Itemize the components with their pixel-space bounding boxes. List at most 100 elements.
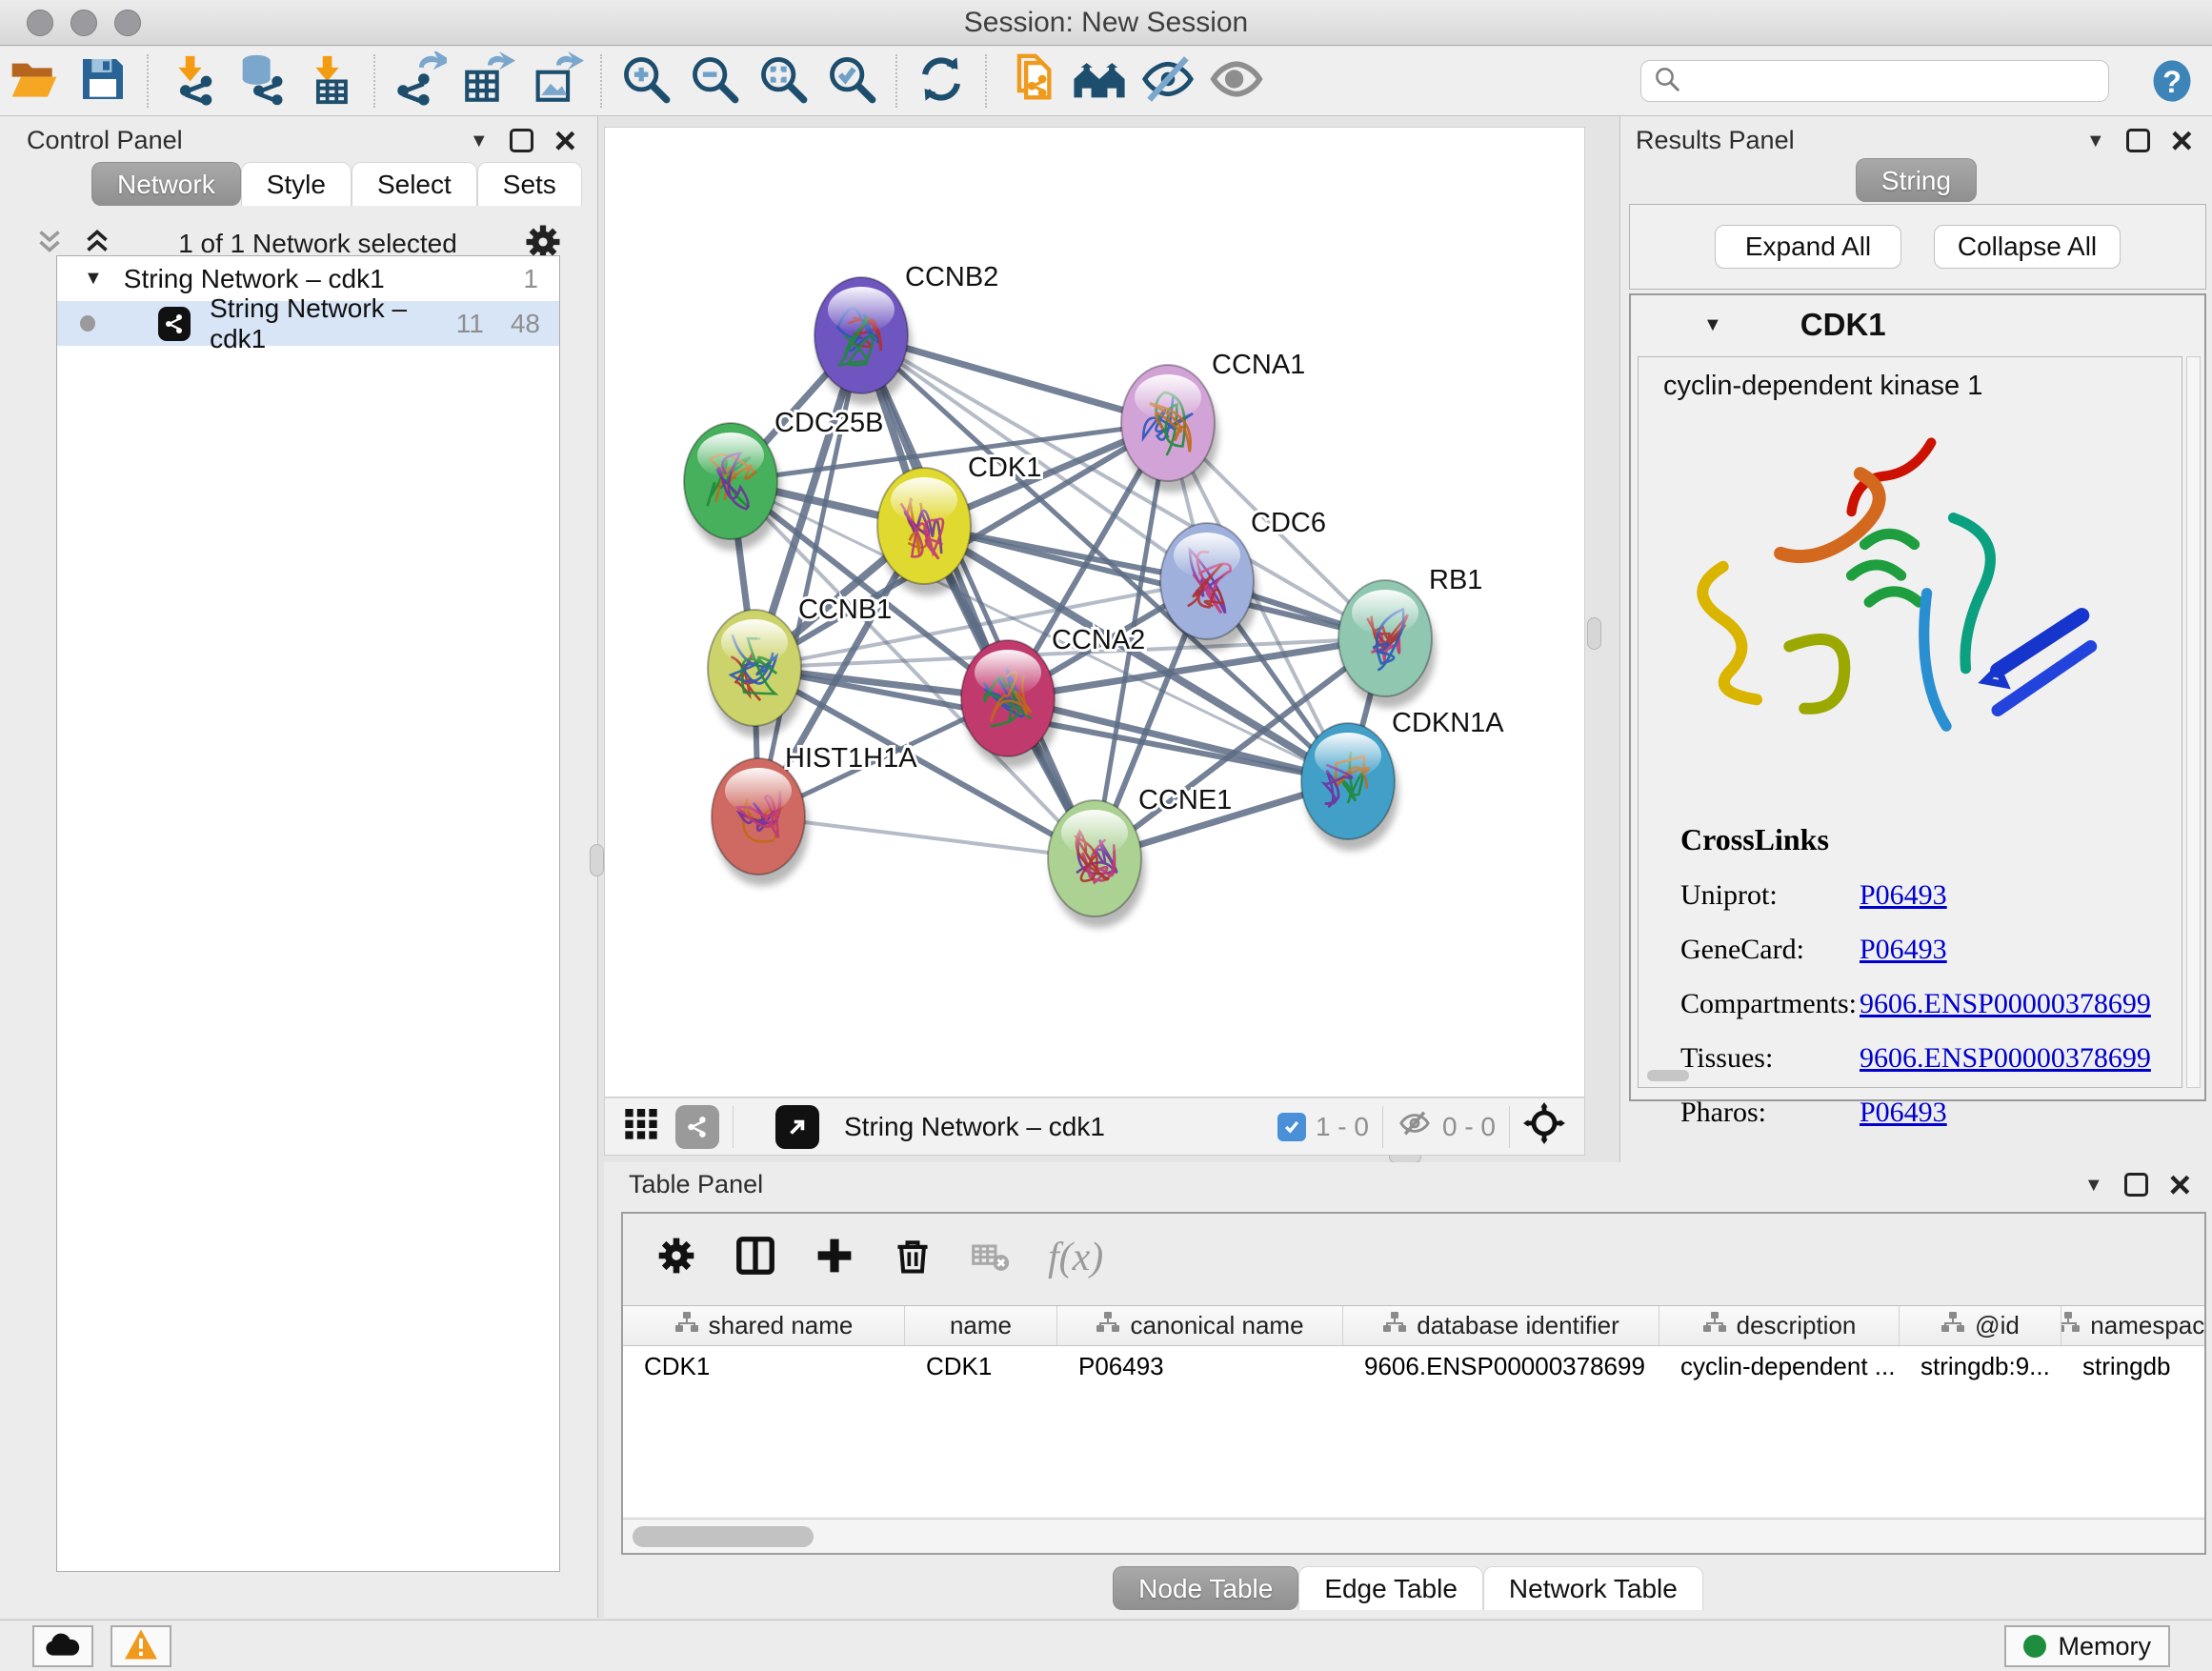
warning-status-button[interactable] — [111, 1625, 171, 1667]
results-vscroll-track[interactable] — [2186, 356, 2201, 1088]
expand-all-button[interactable]: Expand All — [1715, 225, 1901, 269]
right-splitter-handle[interactable] — [1587, 617, 1601, 650]
selected-checkbox-icon[interactable] — [1277, 1113, 1306, 1141]
protein-section-header[interactable]: ▼ CDK1 — [1631, 295, 2204, 354]
node-ccna2[interactable]: CCNA2 — [961, 625, 1145, 768]
show-all-button[interactable] — [1202, 50, 1271, 111]
table-cell[interactable]: stringdb:9... — [1900, 1346, 2061, 1386]
import-network-button[interactable] — [158, 50, 227, 111]
delete-table-icon[interactable] — [970, 1237, 1012, 1279]
table-cell[interactable]: 9606.ENSP00000378699 — [1343, 1346, 1659, 1386]
edge-ccne1-hist1h1a[interactable] — [758, 816, 1095, 858]
tab-network[interactable]: Network — [91, 162, 241, 206]
column-header--id[interactable]: @id — [1900, 1306, 2061, 1345]
network-row-selected[interactable]: String Network – cdk1 11 48 — [57, 301, 559, 346]
panel-collapse-icon[interactable]: ▼ — [470, 131, 489, 151]
panel-close-icon[interactable]: × — [554, 128, 576, 154]
clone-network-button[interactable] — [996, 50, 1065, 111]
export-image-button[interactable] — [522, 50, 591, 111]
section-expander-icon[interactable]: ▼ — [1703, 314, 1722, 336]
zoom-fit-button[interactable] — [749, 50, 817, 111]
table-hscroll-thumb[interactable] — [633, 1526, 814, 1547]
grid-view-icon[interactable] — [622, 1104, 660, 1149]
panel-float-icon[interactable] — [2124, 1173, 2148, 1197]
tab-edge-table[interactable]: Edge Table — [1298, 1566, 1483, 1610]
save-session-icon — [76, 52, 130, 111]
table-cell[interactable]: CDK1 — [905, 1346, 1057, 1386]
node-label-cdk1: CDK1 — [968, 453, 1041, 483]
tree-expander-icon[interactable]: ▼ — [84, 268, 103, 290]
node-ccnb2[interactable]: CCNB2 — [814, 262, 998, 405]
function-builder-icon[interactable]: f(x) — [1048, 1235, 1103, 1280]
table-cell[interactable]: cyclin-dependent ... — [1659, 1346, 1900, 1386]
node-cdkn1a[interactable]: CDKN1A — [1301, 708, 1504, 851]
first-neighbors-button[interactable] — [1065, 50, 1134, 111]
panel-float-icon[interactable] — [510, 129, 533, 152]
panel-float-icon[interactable] — [2126, 129, 2150, 152]
column-header-shared-name[interactable]: shared name — [623, 1306, 905, 1345]
column-header-description[interactable]: description — [1659, 1306, 1900, 1345]
table-settings-gear-icon[interactable] — [655, 1235, 697, 1281]
column-header-canonical-name[interactable]: canonical name — [1057, 1306, 1343, 1345]
left-splitter-handle[interactable] — [590, 844, 604, 876]
node-ccna1[interactable]: CCNA1 — [1121, 350, 1305, 493]
crosslink-value-link[interactable]: P06493 — [1860, 934, 1947, 966]
column-header-name[interactable]: name — [905, 1306, 1057, 1345]
tab-string[interactable]: String — [1856, 158, 1977, 202]
tab-sets[interactable]: Sets — [477, 162, 582, 206]
results-hscroll-thumb[interactable] — [1647, 1070, 1689, 1081]
column-header-database-identifier[interactable]: database identifier — [1343, 1306, 1659, 1345]
node-hist1h1a[interactable]: HIST1H1A — [712, 743, 917, 886]
export-table-button[interactable] — [453, 50, 522, 111]
delete-column-trash-icon[interactable] — [892, 1235, 934, 1281]
table-cell[interactable]: P06493 — [1057, 1346, 1343, 1386]
edge-ccnb2-ccne1[interactable] — [861, 335, 1095, 858]
birds-eye-view-icon[interactable] — [1523, 1102, 1565, 1151]
crosslink-value-link[interactable]: P06493 — [1860, 1097, 1947, 1129]
collapse-all-button[interactable]: Collapse All — [1934, 225, 2121, 269]
zoom-selected-button[interactable] — [817, 50, 886, 111]
table-cell[interactable]: stringdb — [2061, 1346, 2204, 1386]
crosslink-value-link[interactable]: P06493 — [1860, 879, 1947, 912]
zoom-out-button[interactable] — [680, 50, 749, 111]
table-cell[interactable]: CDK1 — [623, 1346, 905, 1386]
tab-network-table[interactable]: Network Table — [1483, 1566, 1703, 1610]
string-network-graph[interactable]: CCNB2 CCNA1 CDC25B CDK1 CDC6RB1 CCNB1 CCNA2 CDK… — [605, 128, 1584, 1097]
node-rb1[interactable]: RB1 — [1338, 565, 1482, 708]
help-button[interactable]: ? — [2147, 56, 2197, 111]
crosslink-value-link[interactable]: 9606.ENSP00000378699 — [1860, 1042, 2151, 1075]
zoom-in-button[interactable] — [612, 50, 680, 111]
hidden-eye-icon[interactable] — [1397, 1107, 1433, 1146]
search-input[interactable] — [1691, 67, 2091, 96]
node-cdk1[interactable]: CDK1 — [877, 453, 1041, 595]
refresh-button[interactable] — [907, 50, 975, 111]
crosslink-value-link[interactable]: 9606.ENSP00000378699 — [1860, 988, 2151, 1020]
panel-close-icon[interactable]: × — [2171, 128, 2193, 154]
import-database-button[interactable] — [227, 50, 295, 111]
detach-view-button[interactable] — [775, 1105, 819, 1149]
column-header-namespace[interactable]: namespace — [2061, 1306, 2204, 1345]
network-view-icon[interactable] — [675, 1105, 719, 1149]
node-ccne1[interactable]: CCNE1 — [1048, 785, 1232, 928]
panel-collapse-icon[interactable]: ▼ — [2086, 131, 2105, 151]
tab-node-table[interactable]: Node Table — [1113, 1566, 1298, 1610]
show-columns-icon[interactable] — [734, 1234, 777, 1282]
tab-style[interactable]: Style — [241, 162, 352, 206]
hide-selected-button[interactable] — [1134, 50, 1202, 111]
node-cdc25b[interactable]: CDC25B — [684, 408, 883, 551]
memory-button[interactable]: Memory — [2004, 1625, 2170, 1667]
tab-select[interactable]: Select — [352, 162, 477, 206]
panel-close-icon[interactable]: × — [2169, 1172, 2191, 1198]
table-hscroll-track[interactable] — [623, 1519, 2204, 1553]
open-session-button[interactable] — [0, 50, 69, 111]
save-session-button[interactable] — [69, 50, 137, 111]
import-table-button[interactable] — [295, 50, 364, 111]
node-cdc6[interactable]: CDC6 — [1160, 508, 1326, 651]
panel-collapse-icon[interactable]: ▼ — [2084, 1176, 2103, 1195]
node-ccnb1[interactable]: CCNB1 — [708, 594, 892, 737]
table-row[interactable]: CDK1CDK1P064939606.ENSP00000378699cyclin… — [623, 1346, 2204, 1386]
add-column-plus-icon[interactable] — [814, 1235, 855, 1281]
export-network-button[interactable] — [385, 50, 453, 111]
cloud-status-button[interactable] — [32, 1625, 93, 1667]
network-canvas[interactable]: CCNB2 CCNA1 CDC25B CDK1 CDC6RB1 CCNB1 CCNA2 CDK… — [604, 127, 1585, 1097]
